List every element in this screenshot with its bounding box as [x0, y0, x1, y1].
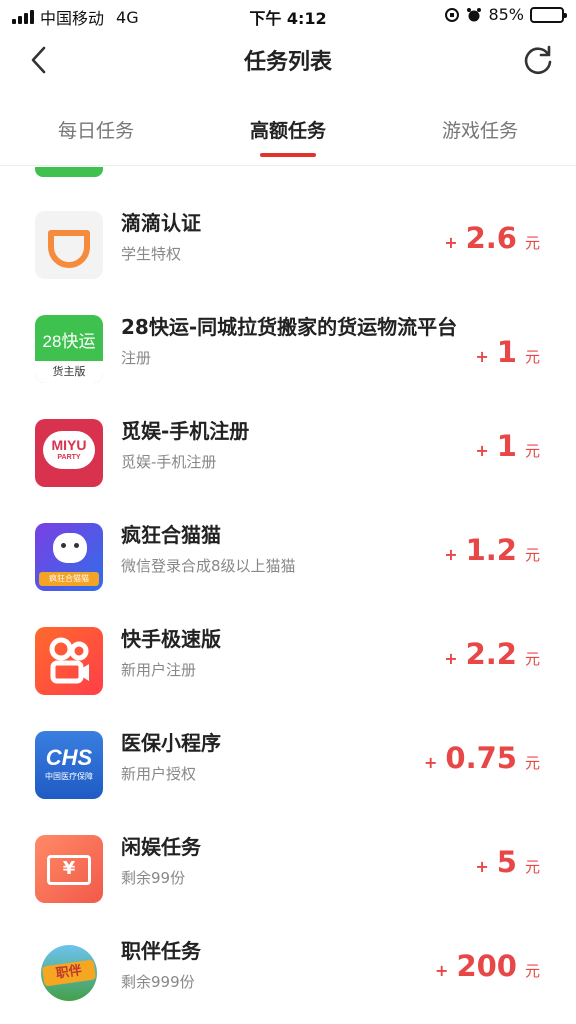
- reward-amount: 1.2: [465, 533, 517, 567]
- task-tabs: 每日任务 高额任务 游戏任务: [0, 100, 576, 166]
- task-subtitle: 微信登录合成8级以上猫猫: [121, 557, 296, 575]
- reward-plus: +: [475, 347, 489, 366]
- task-text: 滴滴认证 学生特权: [121, 209, 466, 264]
- partial-app-icon: [35, 167, 103, 177]
- reward-plus: +: [435, 961, 449, 980]
- task-title: 觅娱-手机注册: [121, 419, 250, 443]
- reward-unit: 元: [524, 650, 540, 668]
- task-item-miyu[interactable]: MIYU PARTY 觅娱-手机注册 觅娱-手机注册 + 1 元: [0, 411, 576, 515]
- task-item-crazy-cat[interactable]: 疯狂合猫猫 疯狂合猫猫 微信登录合成8级以上猫猫 + 1.2 元: [0, 515, 576, 619]
- task-text: 28快运-同城拉货搬家的货运物流平台 注册: [121, 313, 466, 368]
- task-subtitle: 觅娱-手机注册: [121, 453, 217, 471]
- reward-unit: 元: [524, 962, 540, 980]
- reward-plus: +: [444, 649, 458, 668]
- status-right: 85%: [444, 5, 567, 24]
- orientation-lock-icon: [445, 7, 460, 22]
- ticket-icon: ¥: [35, 835, 103, 903]
- crazy-cat-icon: 疯狂合猫猫: [35, 523, 103, 591]
- task-subtitle: 注册: [121, 349, 152, 367]
- header: 任务列表: [0, 30, 576, 90]
- task-subtitle: 剩余99份: [121, 869, 186, 887]
- task-reward: + 2.6 元: [444, 221, 540, 255]
- reward-plus: +: [475, 857, 489, 876]
- reward-unit: 元: [524, 858, 540, 876]
- tab-game-tasks[interactable]: 游戏任务: [384, 100, 576, 165]
- zhiban-icon: 职伴: [35, 939, 103, 1007]
- alarm-icon: [467, 7, 482, 21]
- icon-sublabel: PARTY: [57, 454, 81, 461]
- reward-plus: +: [444, 545, 458, 564]
- task-reward: + 5 元: [475, 845, 540, 879]
- miyu-party-icon: MIYU PARTY: [35, 419, 103, 487]
- task-subtitle: 新用户注册: [121, 661, 197, 679]
- task-item-xianyu[interactable]: ¥ 闲娱任务 剩余99份 + 5 元: [0, 827, 576, 931]
- task-text: 疯狂合猫猫 微信登录合成8级以上猫猫: [121, 521, 466, 576]
- task-item-28kuaiyun[interactable]: 28快运 货主版 28快运-同城拉货搬家的货运物流平台 注册 + 1 元: [0, 307, 576, 419]
- battery-percent: 85%: [488, 5, 524, 24]
- reward-unit: 元: [524, 348, 540, 366]
- task-title: 滴滴认证: [121, 211, 201, 235]
- task-title: 职伴任务: [121, 939, 201, 963]
- task-title: 疯狂合猫猫: [121, 523, 221, 547]
- task-subtitle: 新用户授权: [121, 765, 197, 783]
- reward-unit: 元: [524, 546, 540, 564]
- reward-plus: +: [444, 233, 458, 252]
- icon-sublabel: 疯狂合猫猫: [39, 572, 99, 586]
- reward-amount: 2.6: [465, 221, 517, 255]
- task-title: 28快运-同城拉货搬家的货运物流平台: [121, 315, 458, 339]
- battery-icon: [530, 6, 567, 23]
- task-title: 医保小程序: [121, 731, 221, 755]
- reward-amount: 1: [496, 335, 517, 369]
- 28kuaiyun-icon: 28快运 货主版: [35, 315, 103, 383]
- task-item-didi[interactable]: 滴滴认证 学生特权 + 2.6 元: [0, 203, 576, 307]
- task-item-medical-insurance[interactable]: CHS 中国医疗保障 医保小程序 新用户授权 + 0.75 元: [0, 723, 576, 827]
- kuaishou-icon: [35, 627, 103, 695]
- reward-unit: 元: [524, 234, 540, 252]
- reward-amount: 200: [456, 949, 517, 983]
- task-list[interactable]: 滴滴认证 学生特权 + 2.6 元 28快运 货主版 28快运-同城拉货搬家的货…: [0, 167, 576, 1024]
- icon-sublabel: 货主版: [35, 361, 103, 383]
- task-item-zhiban[interactable]: 职伴 职伴任务 剩余999份 + 200 元: [0, 931, 576, 1024]
- reward-plus: +: [424, 753, 438, 772]
- task-title: 闲娱任务: [121, 835, 201, 859]
- reward-plus: +: [475, 441, 489, 460]
- task-reward: + 200 元: [435, 949, 540, 983]
- icon-label: 28快运: [42, 332, 96, 351]
- task-subtitle: 剩余999份: [121, 973, 195, 991]
- task-reward: + 0.75 元: [424, 741, 540, 775]
- reward-amount: 1: [496, 429, 517, 463]
- reward-unit: 元: [524, 754, 540, 772]
- icon-label: MIYU: [51, 437, 87, 453]
- task-reward: + 1 元: [475, 335, 540, 369]
- task-text: 快手极速版 新用户注册: [121, 625, 466, 680]
- reward-unit: 元: [524, 442, 540, 460]
- task-reward: + 1.2 元: [444, 533, 540, 567]
- task-text: 闲娱任务 剩余99份: [121, 833, 466, 888]
- task-title: 快手极速版: [121, 627, 221, 651]
- tab-daily-tasks[interactable]: 每日任务: [0, 100, 192, 165]
- task-text: 医保小程序 新用户授权: [121, 729, 466, 784]
- medical-insurance-icon: CHS 中国医疗保障: [35, 731, 103, 799]
- reward-amount: 2.2: [465, 637, 517, 671]
- task-reward: + 2.2 元: [444, 637, 540, 671]
- icon-label: CHS: [45, 745, 93, 770]
- task-text: 觅娱-手机注册 觅娱-手机注册: [121, 417, 466, 472]
- didi-icon: [35, 211, 103, 279]
- reward-amount: 5: [496, 845, 517, 879]
- reward-amount: 0.75: [445, 741, 517, 775]
- page-title: 任务列表: [243, 50, 332, 75]
- tab-high-reward-tasks[interactable]: 高额任务: [192, 100, 384, 165]
- status-bar: 中国移动 4G 下午 4:12 85%: [0, 0, 576, 30]
- icon-label: ¥: [62, 858, 76, 879]
- task-text: 职伴任务 剩余999份: [121, 937, 466, 992]
- icon-sublabel: 中国医疗保障: [45, 772, 93, 781]
- task-reward: + 1 元: [475, 429, 540, 463]
- task-subtitle: 学生特权: [121, 245, 182, 263]
- refresh-icon: [524, 45, 552, 75]
- task-item-kuaishou[interactable]: 快手极速版 新用户注册 + 2.2 元: [0, 619, 576, 723]
- refresh-button[interactable]: [520, 42, 556, 78]
